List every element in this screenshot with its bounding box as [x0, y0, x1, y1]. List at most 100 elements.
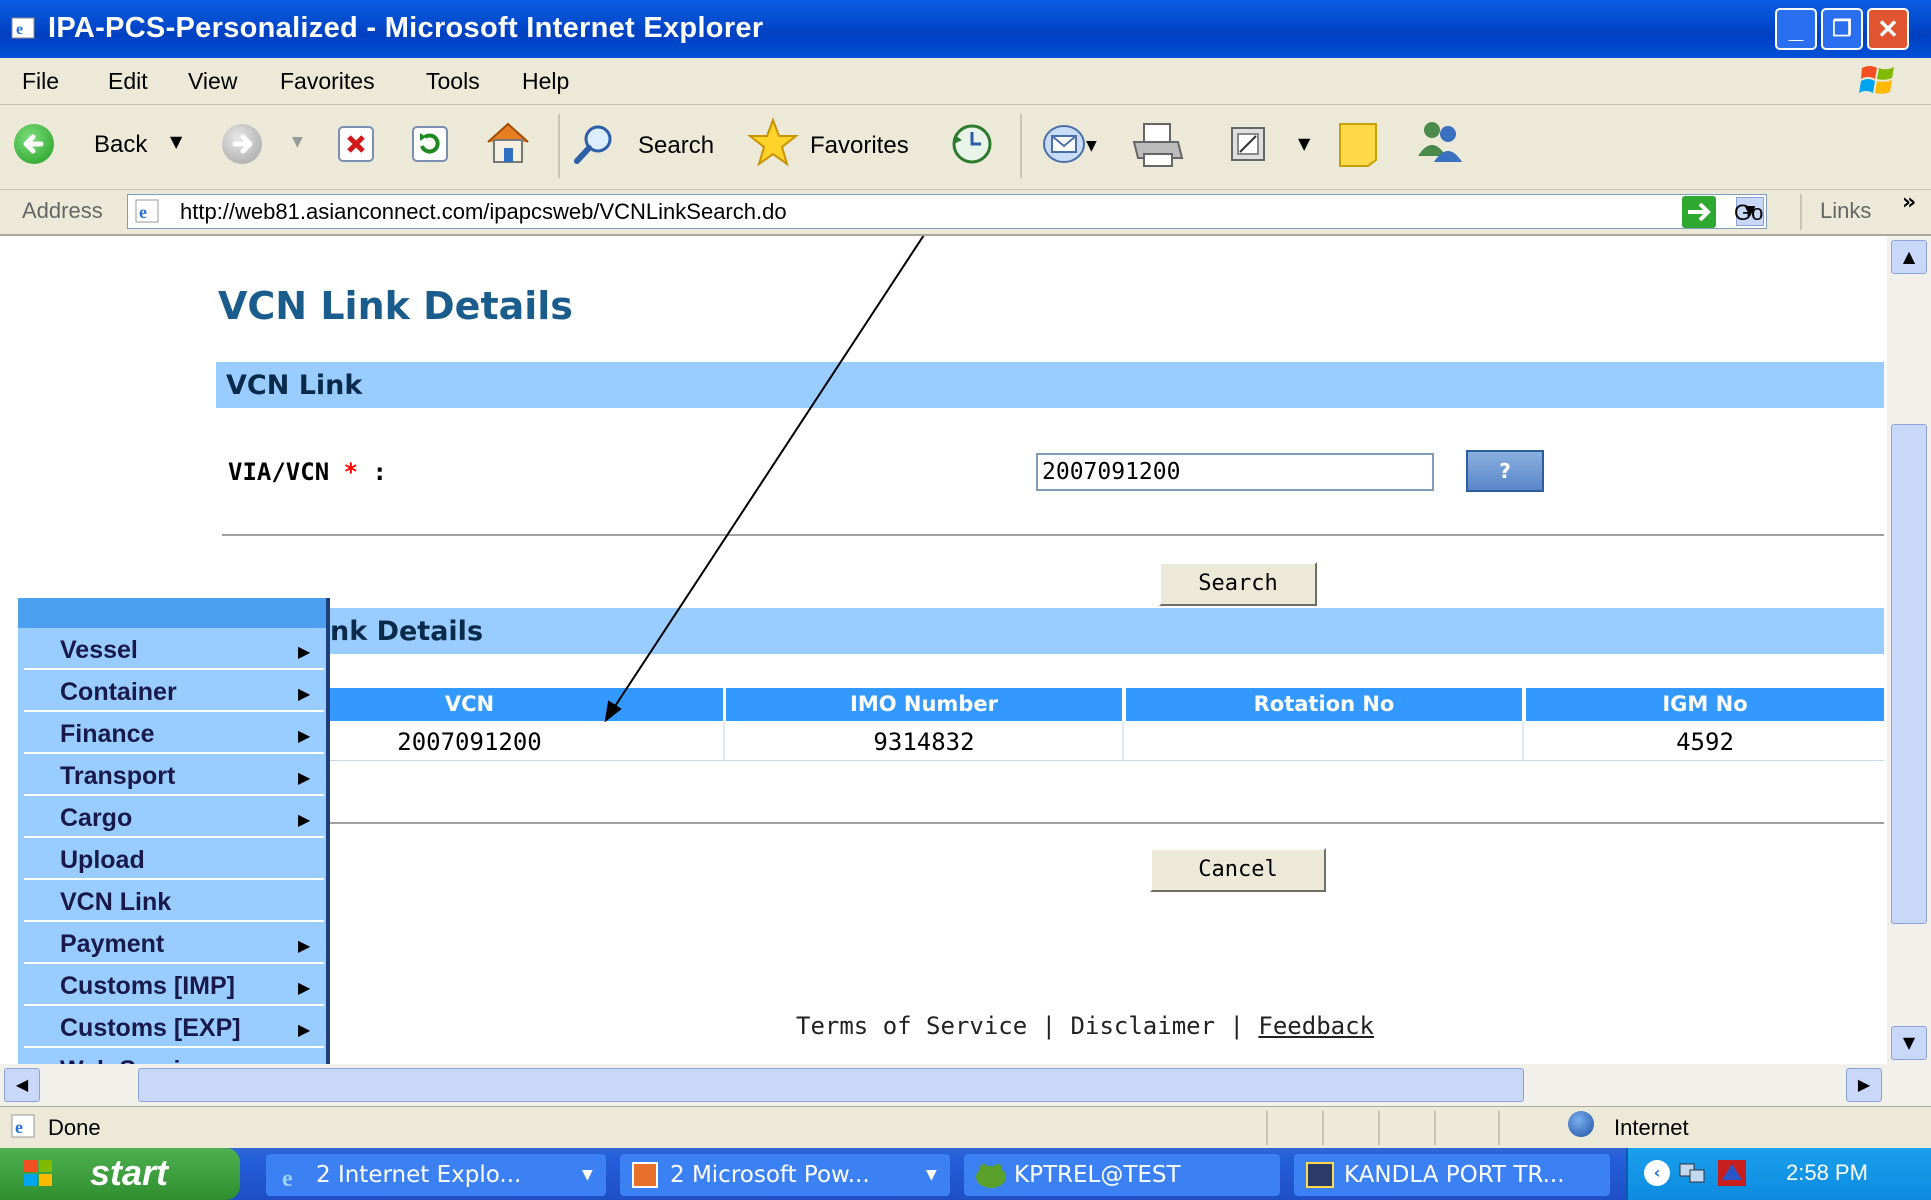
left-nav-item[interactable]: Finance: [60, 720, 154, 749]
menu-view[interactable]: View: [188, 68, 237, 95]
task-label: KANDLA PORT TR...: [1344, 1162, 1565, 1188]
left-nav-separator: [24, 1004, 324, 1006]
menu-edit[interactable]: Edit: [108, 68, 148, 95]
left-nav-menu: Vessel ▶ Container ▶ Finance ▶ Transport ▶ Cargo…: [18, 598, 330, 1064]
back-button[interactable]: Back ▼: [14, 122, 194, 168]
task-kptrel[interactable]: KPTREL@TEST: [964, 1154, 1280, 1196]
left-nav-item[interactable]: Web Services: [60, 1056, 222, 1064]
address-label: Address: [22, 198, 103, 223]
start-button[interactable]: start: [0, 1148, 240, 1200]
search-toolbar-button[interactable]: Search: [572, 120, 722, 168]
history-icon[interactable]: [950, 122, 994, 166]
tray-expand-icon[interactable]: ‹: [1644, 1160, 1670, 1186]
left-nav-item[interactable]: Vessel: [60, 636, 138, 665]
go-button[interactable]: Go: [1682, 194, 1782, 230]
discuss-icon[interactable]: [1336, 120, 1382, 168]
menu-file[interactable]: File: [22, 68, 59, 95]
left-nav-item[interactable]: Customs [EXP]: [60, 1014, 241, 1043]
system-tray: ‹ 2:58 PM: [1626, 1148, 1931, 1200]
scroll-up-icon[interactable]: ▲: [1891, 240, 1927, 274]
left-nav-separator: [24, 1046, 324, 1048]
submenu-arrow-icon: ▶: [298, 684, 311, 703]
task-dropdown-icon: ▼: [926, 1167, 937, 1183]
start-windows-icon: [22, 1158, 56, 1190]
start-label: start: [90, 1152, 169, 1193]
task-powerpoint[interactable]: 2 Microsoft Pow... ▼: [620, 1154, 950, 1196]
left-nav-separator: [24, 668, 324, 670]
go-arrow-icon: [1682, 196, 1716, 228]
address-input[interactable]: e http://web81.asianconnect.com/ipapcswe…: [127, 194, 1767, 229]
submenu-arrow-icon: ▶: [298, 978, 311, 997]
toolbar-separator: [558, 114, 560, 178]
back-label: Back: [94, 131, 148, 158]
status-divider: [1378, 1111, 1380, 1145]
links-chevron-icon[interactable]: »: [1902, 190, 1916, 215]
horizontal-scrollbar[interactable]: ◀ ▶: [0, 1064, 1931, 1106]
links-label[interactable]: Links: [1820, 198, 1871, 224]
menu-favorites[interactable]: Favorites: [280, 68, 375, 95]
task-internet-explorer[interactable]: e 2 Internet Explo... ▼: [266, 1154, 606, 1196]
menu-tools[interactable]: Tools: [426, 68, 480, 95]
task-ie-icon: e: [280, 1162, 306, 1192]
left-nav-item[interactable]: Upload: [60, 846, 145, 875]
svg-text:e: e: [16, 21, 23, 38]
submenu-arrow-icon: ▶: [298, 810, 311, 829]
task-label: 2 Microsoft Pow...: [670, 1162, 870, 1188]
messenger-icon[interactable]: [1412, 118, 1468, 168]
toolbar-separator-2: [1020, 114, 1022, 178]
left-nav-item[interactable]: Cargo: [60, 804, 132, 833]
back-dropdown-icon: ▼: [170, 132, 183, 151]
clock: 2:58 PM: [1786, 1160, 1868, 1185]
maximize-button[interactable]: ❐: [1821, 8, 1863, 50]
left-nav-separator: [24, 878, 324, 880]
tray-app-icon[interactable]: [1716, 1158, 1748, 1188]
scroll-thumb[interactable]: [1891, 424, 1927, 924]
forward-button[interactable]: [222, 124, 262, 164]
status-divider: [1266, 1111, 1268, 1145]
left-nav-separator: [24, 836, 324, 838]
svg-text:e: e: [15, 1117, 23, 1137]
minimize-button[interactable]: _: [1775, 8, 1817, 50]
mail-icon[interactable]: ▼: [1040, 120, 1100, 168]
task-frog-icon: [974, 1160, 1008, 1190]
left-nav-separator: [24, 710, 324, 712]
home-icon[interactable]: [484, 120, 532, 166]
task-kandla-port[interactable]: KANDLA PORT TR...: [1294, 1154, 1610, 1196]
print-icon[interactable]: [1130, 120, 1186, 170]
edit-icon[interactable]: [1228, 124, 1268, 164]
scroll-right-icon[interactable]: ▶: [1846, 1068, 1882, 1102]
left-nav-separator: [24, 962, 324, 964]
submenu-arrow-icon: ▶: [298, 726, 311, 745]
left-nav-item[interactable]: Transport: [60, 762, 175, 791]
favorites-toolbar-button[interactable]: Favorites: [746, 117, 926, 168]
status-text: Done: [48, 1115, 101, 1140]
svg-text:▼: ▼: [1086, 138, 1097, 154]
stop-icon[interactable]: [336, 124, 376, 164]
star-icon: [746, 117, 800, 172]
scroll-down-icon[interactable]: ▼: [1891, 1026, 1927, 1060]
horizontal-scroll-thumb[interactable]: [138, 1068, 1524, 1102]
svg-text:e: e: [139, 202, 147, 222]
search-label: Search: [638, 132, 715, 159]
close-button[interactable]: ✕: [1867, 8, 1909, 50]
svg-text:e: e: [282, 1166, 293, 1190]
internet-zone-icon: [1568, 1111, 1594, 1137]
edit-dropdown-icon[interactable]: ▼: [1298, 134, 1310, 153]
favorites-label: Favorites: [810, 132, 909, 159]
network-icon[interactable]: [1678, 1160, 1708, 1186]
left-nav-item[interactable]: Container: [60, 678, 177, 707]
left-nav-item[interactable]: Customs [IMP]: [60, 972, 235, 1001]
scroll-left-icon[interactable]: ◀: [4, 1068, 40, 1102]
task-dropdown-icon: ▼: [582, 1167, 593, 1183]
status-divider: [1434, 1111, 1436, 1145]
go-label: Go: [1734, 200, 1764, 225]
refresh-icon[interactable]: [410, 124, 450, 164]
forward-dropdown-icon: ▼: [292, 134, 303, 150]
menu-help[interactable]: Help: [522, 68, 569, 95]
left-nav-item[interactable]: VCN Link: [60, 888, 171, 917]
left-nav-item[interactable]: Payment: [60, 930, 164, 959]
vertical-scrollbar[interactable]: ▲ ▼: [1887, 236, 1931, 1064]
task-ppt-icon: [632, 1162, 658, 1188]
windows-logo-icon: [1858, 62, 1898, 100]
left-nav-separator: [24, 752, 324, 754]
